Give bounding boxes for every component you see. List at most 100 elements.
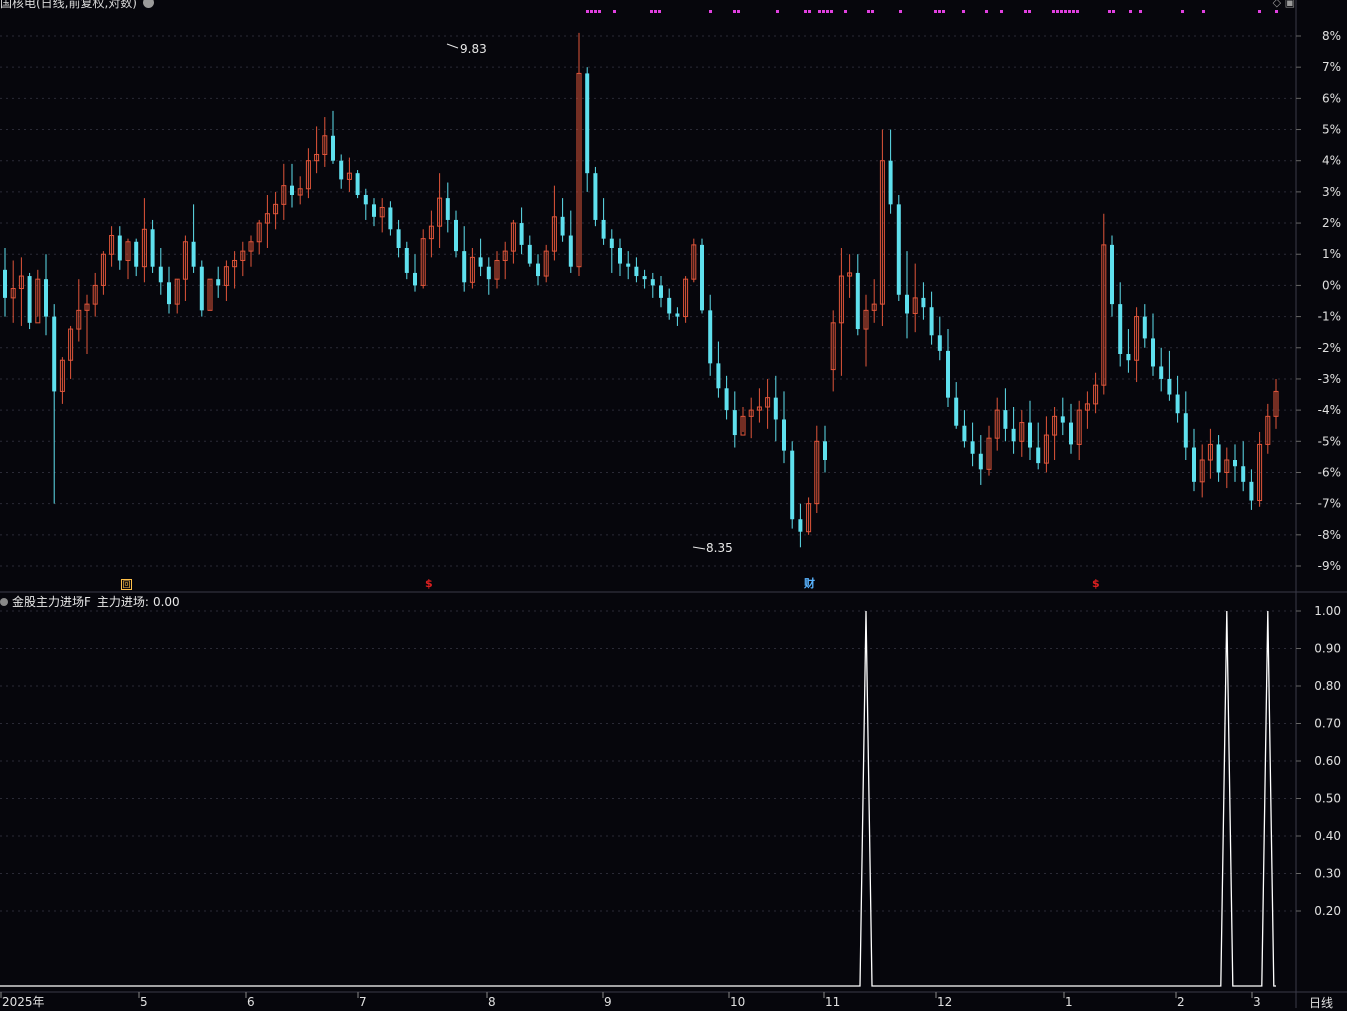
x-tick-label: 8 [488,995,496,1008]
signal-dot [1202,10,1205,13]
event-marker-dollar[interactable]: $ [1092,578,1100,590]
candle-body [634,266,639,277]
candle-body [27,276,32,323]
candle-body [618,248,622,264]
signal-dot [822,10,825,13]
candle-body [642,276,647,280]
y-tick-label: 1% [1322,247,1341,261]
candle-body [1167,378,1172,395]
signal-dot [658,10,661,13]
candle-body [388,207,393,230]
candle-body [609,238,614,248]
candle-body [593,173,598,220]
y-tick-label: 0% [1322,278,1341,292]
candle-body [708,310,713,364]
candle-body [823,441,827,460]
candle-body [519,223,524,245]
signal-dot [776,10,779,13]
x-tick-label: 5 [140,995,148,1008]
candle-body [191,241,196,267]
candle-body [3,269,7,298]
y-tick-label: -8% [1318,528,1341,542]
y-tick-label: 2% [1322,216,1341,230]
top-right-icons[interactable]: ◇ ▣ [1273,0,1295,9]
candle-body [650,279,655,286]
candle-body [978,453,983,470]
chart-canvas[interactable]: 8% 7% 6% 5% 4% 3% 2% 1% 0% -1% -2% -3% -4% -5% -6% -7% -… [0,0,1347,1008]
gear-icon[interactable] [143,0,154,8]
x-tick-label: 7 [359,995,367,1008]
signal-dot [818,10,821,13]
candle-body [167,282,171,305]
signal-dot [1000,10,1003,13]
candle-body [527,244,532,264]
signal-dot [737,10,740,13]
signal-dot [650,10,653,13]
candle-body [454,219,458,252]
indicator-y-tick-label: 0.60 [1314,754,1341,768]
candle-body [216,279,221,286]
signal-dot [1275,10,1278,13]
candle-body [905,294,909,314]
signal-dot [826,10,829,13]
indicator-y-tick-label: 0.80 [1314,679,1341,693]
candle-body [667,297,672,314]
candle-body [716,363,721,389]
candle-body [363,195,368,205]
signal-dot [1129,10,1132,13]
candle-body [331,135,335,161]
candle-body [732,410,737,436]
signal-dot [590,10,593,13]
candle-body [724,388,729,411]
candle-body [1126,354,1131,361]
y-tick-label: -2% [1318,341,1341,355]
candle-body [158,266,163,283]
y-tick-label: 8% [1322,29,1341,43]
signal-dot [934,10,937,13]
high-price-label: 9.83 [460,42,487,56]
candle-body [1249,481,1254,501]
signal-dot [942,10,945,13]
x-tick-label: 1 [1065,995,1073,1008]
x-tick-label: 12 [937,995,952,1008]
indicator-y-tick-label: 0.40 [1314,829,1341,843]
signal-dot [804,10,807,13]
candle-body [1069,422,1073,445]
y-tick-label: -4% [1318,403,1341,417]
candle-body [937,335,942,351]
indicator-y-tick-label: 0.50 [1314,792,1341,806]
indicator-title: 金股主力进场F 主力进场: 0.00 [0,593,180,609]
event-marker-cai[interactable]: 财 [804,578,815,590]
candle-body [1159,366,1164,379]
y-tick-label: -7% [1318,497,1341,511]
candle-body [355,173,360,195]
candle-body [478,257,483,267]
signal-dot [1108,10,1111,13]
candle-body [1060,416,1065,423]
period-label[interactable]: 日线 [1309,994,1333,1011]
signal-dot [1072,10,1075,13]
candle-body [413,272,417,286]
candle-body [888,160,893,205]
signal-dot [654,10,657,13]
signal-dot [844,10,847,13]
y-tick-label: -9% [1318,559,1341,573]
candle-body [1110,244,1114,305]
candle-body [855,272,860,330]
event-marker-box[interactable]: 回 [121,579,132,590]
candle-body [1216,444,1221,473]
event-marker-dollar[interactable]: $ [425,578,433,590]
y-tick-label: -6% [1318,465,1341,479]
candle-body [962,425,967,442]
candle-body [536,263,540,277]
candle-body [1241,466,1246,482]
signal-dot [1060,10,1063,13]
indicator-toggle-icon[interactable] [0,598,8,606]
signal-dot [709,10,712,13]
candle-body [199,266,204,311]
candle-body [970,441,975,454]
indicator-y-tick-label: 0.20 [1314,904,1341,918]
x-tick-label: 11 [825,995,840,1008]
signal-dot [962,10,965,13]
signal-dot [1028,10,1031,13]
